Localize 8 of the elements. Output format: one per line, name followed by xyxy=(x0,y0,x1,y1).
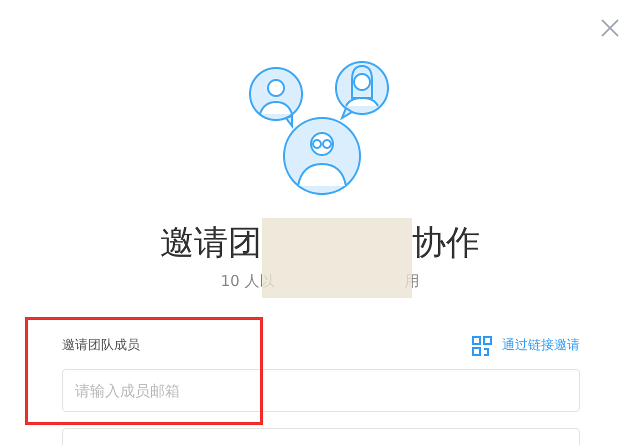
qr-code-icon xyxy=(472,336,492,356)
dialog-title: 邀请团 xyxy=(160,222,262,264)
email-input-field[interactable]: 请输入成员邮箱 xyxy=(62,369,580,412)
dialog-title: 协作 xyxy=(412,222,480,264)
link-invite-link[interactable]: 通过链接邀请 xyxy=(472,336,580,356)
invite-label: 邀请团队成员 xyxy=(62,337,140,356)
subtitle: 10 人以 xyxy=(220,271,274,292)
subtitle: 用 xyxy=(404,271,420,292)
